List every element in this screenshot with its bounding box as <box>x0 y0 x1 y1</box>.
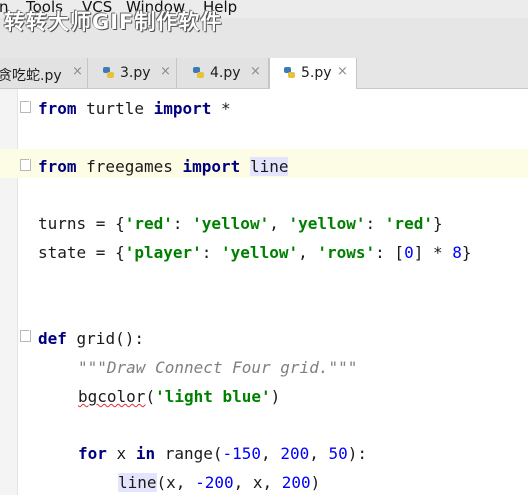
close-icon[interactable]: × <box>72 64 83 79</box>
code-line-9: line(x, -200, x, 200) <box>118 473 321 492</box>
tab-4-py[interactable]: 4.py × <box>177 58 269 88</box>
tab-label: 贪吃蛇.py <box>0 68 62 84</box>
code-line-4: state = {'player': 'yellow', 'rows': [0]… <box>38 243 472 262</box>
code-line-8: for x in range(-150, 200, 50): <box>78 444 368 463</box>
tab-3-py[interactable]: 3.py × <box>88 58 177 88</box>
code-line-3: turns = {'red': 'yellow', 'yellow': 'red… <box>38 214 443 233</box>
tab-snake[interactable]: 贪吃蛇.py × <box>0 58 88 88</box>
watermark: 转转大师GIF制作软件 <box>4 10 223 34</box>
fold-icon[interactable] <box>20 159 31 171</box>
code-editor[interactable]: from turtle import * from freegames impo… <box>0 89 528 495</box>
code-line-6: """Draw Connect Four grid.""" <box>78 358 358 377</box>
tab-5-py[interactable]: 5.py × <box>269 58 357 89</box>
code-line-1: from turtle import * <box>38 99 231 118</box>
close-icon[interactable]: × <box>337 64 348 79</box>
code-line-2: from freegames import line <box>38 157 289 176</box>
code-line-5: def grid(): <box>38 329 144 348</box>
tab-label: 4.py <box>210 65 241 81</box>
close-icon[interactable]: × <box>250 64 261 79</box>
fold-icon[interactable] <box>20 101 31 113</box>
tab-label: 5.py <box>301 65 332 81</box>
python-file-icon <box>103 67 114 78</box>
python-file-icon <box>284 67 295 78</box>
python-file-icon <box>193 67 204 78</box>
tab-label: 3.py <box>120 65 151 81</box>
fold-icon[interactable] <box>20 330 31 342</box>
code-line-7: bgcolor('light blue') <box>78 387 281 406</box>
close-icon[interactable]: × <box>160 64 171 79</box>
